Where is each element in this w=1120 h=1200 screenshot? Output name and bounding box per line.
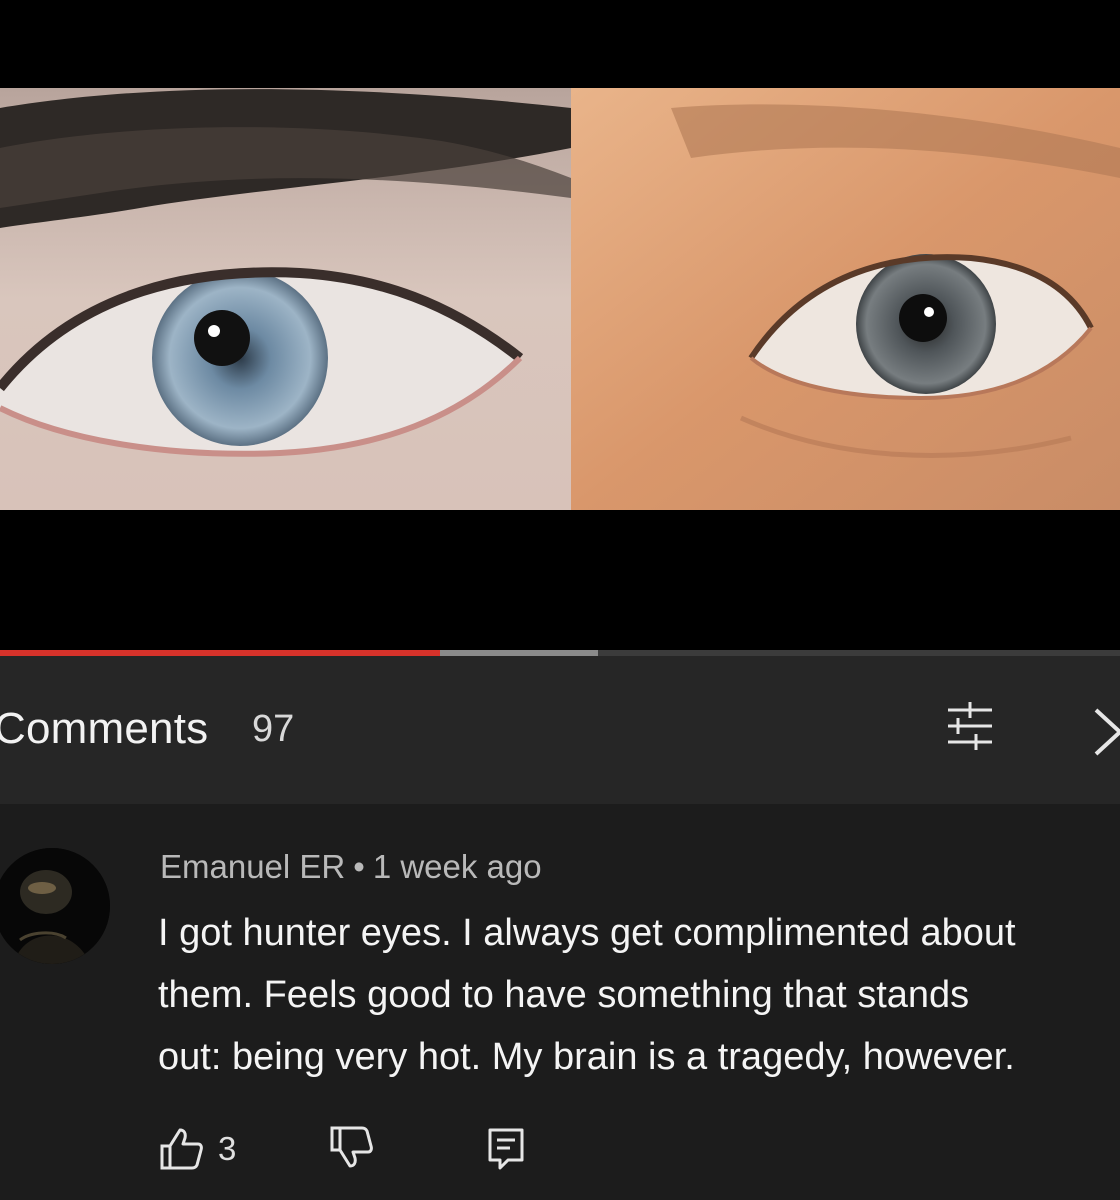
- comments-title: Comments: [0, 704, 209, 753]
- comment-author[interactable]: Emanuel ER: [160, 848, 345, 885]
- thumbs-down-icon: [330, 1126, 373, 1168]
- comment-meta: Emanuel ER • 1 week ago: [160, 848, 542, 886]
- comment-item: Emanuel ER • 1 week ago I got hunter eyes.…: [0, 804, 1120, 1200]
- comments-header: Comments 97: [0, 656, 1120, 804]
- comment-timestamp: 1 week ago: [372, 848, 542, 885]
- meta-separator: •: [353, 848, 365, 885]
- reply-icon: [488, 1128, 524, 1170]
- comment-actions: 3: [158, 1120, 578, 1176]
- comment-line: out: being very hot. My brain is a trage…: [158, 1036, 1015, 1078]
- left-eye-image: [0, 88, 571, 510]
- reply-button[interactable]: [486, 1126, 534, 1174]
- comment-line: them. Feels good to have something that …: [158, 974, 970, 1016]
- video-player[interactable]: [0, 0, 1120, 656]
- avatar[interactable]: [0, 848, 110, 964]
- like-button[interactable]: 3: [158, 1120, 248, 1176]
- dislike-button[interactable]: [328, 1126, 376, 1174]
- comments-count: 97: [252, 708, 295, 750]
- thumbs-up-icon: [160, 1128, 203, 1170]
- comment-text: I got hunter eyes. I always get complime…: [158, 902, 1120, 1088]
- comment-line: I got hunter eyes. I always get complime…: [158, 912, 1016, 954]
- sort-filter-icon[interactable]: [940, 696, 1000, 756]
- chevron-right-icon[interactable]: [1086, 704, 1120, 760]
- like-count: 3: [218, 1130, 237, 1167]
- right-eye-image: [571, 88, 1120, 510]
